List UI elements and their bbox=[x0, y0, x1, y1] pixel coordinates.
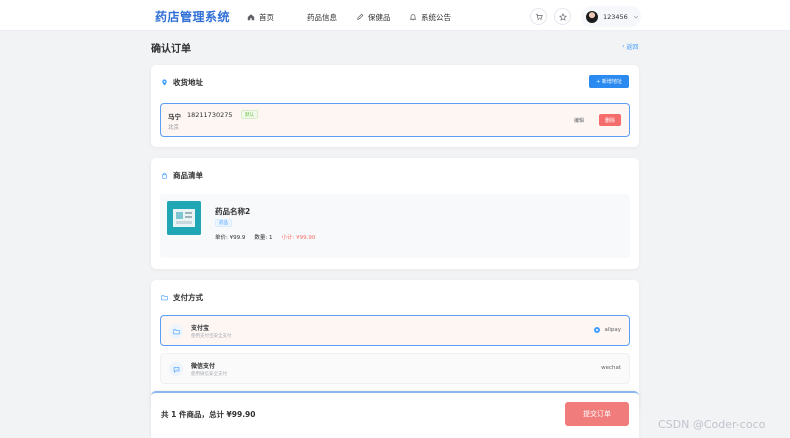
payment-option-alipay[interactable]: 支付宝 使用支付宝安全支付 alipay bbox=[160, 315, 630, 346]
product-name[interactable]: 药品名称2 bbox=[215, 206, 250, 217]
payment-option-desc: 使用支付宝安全支付 bbox=[191, 334, 232, 339]
nav-drug-info[interactable]: 药品信息 bbox=[307, 11, 337, 23]
payment-option-icon bbox=[169, 324, 183, 338]
payment-option-value: alipay bbox=[604, 327, 621, 333]
payment-option-name: 微信支付 bbox=[191, 363, 216, 370]
app-logo[interactable]: 药店管理系统 bbox=[155, 8, 230, 25]
payment-option-name: 支付宝 bbox=[191, 325, 210, 332]
payment-option-value: wechat bbox=[601, 365, 621, 371]
nav-health-products[interactable]: 保健品 bbox=[356, 11, 391, 23]
cart-button[interactable] bbox=[530, 8, 547, 25]
radio-selected-icon bbox=[594, 327, 601, 333]
edit-icon bbox=[357, 13, 364, 20]
order-footer: 共 1 件商品，总计 ¥99.90 提交订单 bbox=[151, 391, 639, 438]
nav-drug-info-label: 药品信息 bbox=[307, 12, 337, 22]
star-icon bbox=[558, 12, 567, 21]
submit-order-button[interactable]: 提交订单 bbox=[565, 402, 629, 426]
address-item[interactable]: 马宁 18211730275 默认 北京 编辑 删除 bbox=[160, 103, 630, 137]
goods-card-title-label: 商品清单 bbox=[173, 171, 203, 180]
address-card: 收货地址 + 新增地址 马宁 18211730275 默认 北京 编辑 删除 bbox=[151, 65, 639, 147]
location-icon bbox=[162, 79, 167, 86]
add-address-button[interactable]: + 新增地址 bbox=[589, 75, 629, 88]
top-header: 药店管理系统 首页 药品信息 保健品 系统公告 123456 bbox=[0, 0, 790, 31]
edit-address-button[interactable]: 编辑 bbox=[568, 114, 590, 126]
chevron-left-icon: ‹ bbox=[622, 43, 625, 50]
address-card-title-label: 收货地址 bbox=[173, 78, 203, 87]
home-icon bbox=[247, 14, 255, 21]
page-title: 确认订单 bbox=[151, 44, 191, 55]
payment-option-icon bbox=[169, 362, 183, 376]
order-summary: 共 1 件商品，总计 ¥99.90 bbox=[161, 410, 256, 419]
bell-icon bbox=[409, 14, 417, 21]
product-category-tag: 药品 bbox=[215, 219, 232, 227]
payment-card-title-label: 支付方式 bbox=[173, 293, 203, 302]
chat-bubble-icon bbox=[173, 366, 179, 373]
payment-card-title: 支付方式 bbox=[161, 292, 203, 303]
user-menu[interactable]: 123456 bbox=[581, 6, 641, 27]
nav-home[interactable]: 首页 bbox=[247, 11, 274, 23]
payment-option-radio[interactable]: alipay bbox=[594, 327, 621, 333]
avatar bbox=[586, 10, 598, 23]
nav-health-products-label: 保健品 bbox=[368, 12, 391, 22]
bag-icon bbox=[162, 172, 167, 179]
folder-icon bbox=[161, 295, 168, 301]
payment-option-wechat[interactable]: 微信支付 使用微信安全支付 wechat bbox=[160, 353, 630, 384]
address-detail: 北京 bbox=[168, 125, 180, 131]
product-image[interactable] bbox=[167, 201, 201, 235]
nav-announcements-label: 系统公告 bbox=[421, 12, 451, 22]
goods-card: 商品清单 药品名称2 药品 单价: ¥99.9 数量: 1 小计: ¥99.90 bbox=[151, 158, 639, 269]
delete-address-button[interactable]: 删除 bbox=[599, 114, 621, 126]
folder-icon bbox=[172, 328, 180, 334]
quantity: 数量: 1 bbox=[254, 235, 273, 241]
address-phone: 18211730275 bbox=[187, 111, 233, 119]
payment-option-desc: 使用微信安全支付 bbox=[191, 372, 227, 377]
default-badge: 默认 bbox=[241, 110, 258, 119]
subtotal: 小计: ¥99.90 bbox=[281, 235, 316, 241]
chevron-down-icon bbox=[633, 15, 638, 18]
payment-option-radio[interactable]: wechat bbox=[601, 365, 621, 371]
nav-home-label: 首页 bbox=[259, 12, 274, 22]
nav-announcements[interactable]: 系统公告 bbox=[409, 11, 451, 23]
goods-card-title: 商品清单 bbox=[161, 170, 203, 181]
address-name: 马宁 bbox=[168, 113, 181, 121]
address-card-title: 收货地址 bbox=[161, 77, 203, 88]
product-meta: 单价: ¥99.9 数量: 1 小计: ¥99.90 bbox=[215, 233, 315, 241]
goods-item: 药品名称2 药品 单价: ¥99.9 数量: 1 小计: ¥99.90 bbox=[160, 194, 630, 258]
favorites-button[interactable] bbox=[554, 8, 571, 25]
back-link[interactable]: ‹ 返回 bbox=[622, 42, 638, 51]
cart-icon bbox=[535, 13, 543, 20]
back-link-label: 返回 bbox=[626, 44, 639, 51]
user-name: 123456 bbox=[603, 12, 628, 21]
watermark: CSDN @Coder-coco bbox=[658, 418, 766, 431]
unit-price: 单价: ¥99.9 bbox=[215, 235, 246, 241]
